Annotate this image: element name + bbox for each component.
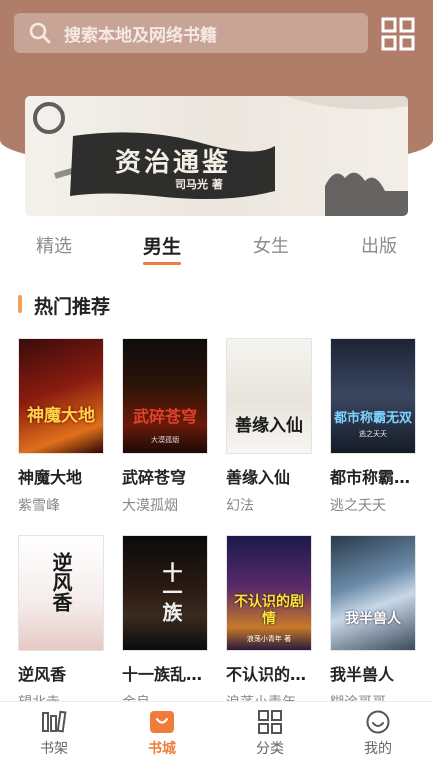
nav-bookshelf-label: 书架 [40, 741, 68, 757]
category-icon [258, 710, 282, 734]
book-cover: 武碎苍穹 大漠孤烟 [122, 338, 208, 454]
section-accent-bar [18, 295, 22, 313]
cover-title: 善缘入仙 [235, 416, 303, 436]
cover-title: 十一族 [159, 562, 183, 622]
tab-featured[interactable]: 精选 [14, 232, 94, 258]
book-author: 紫雪峰 [18, 498, 60, 514]
book-card[interactable]: 神魔大地 神魔大地 紫雪峰 [18, 338, 104, 515]
nav-bookstore[interactable]: 书城 [122, 710, 202, 758]
book-card[interactable]: 十一族 十一族乱… 金良 [122, 535, 208, 712]
book-title: 善缘入仙 [226, 468, 291, 487]
section-title: 热门推荐 [34, 296, 111, 318]
nav-bookstore-label: 书城 [148, 741, 176, 757]
book-cover: 十一族 [122, 535, 208, 651]
book-title: 不认识的… [226, 665, 307, 684]
bottom-navigation: 书架 书城 分类 我的 [0, 701, 433, 770]
book-card[interactable]: 逆风香 逆风香 望北寺 [18, 535, 104, 712]
nav-bookshelf[interactable]: 书架 [14, 710, 94, 758]
book-title: 武碎苍穹 [122, 468, 187, 487]
book-card[interactable]: 我半兽人 我半兽人 糊涂哥哥 [330, 535, 416, 712]
cover-title: 我半兽人 [345, 611, 401, 627]
book-cover: 善缘入仙 [226, 338, 312, 454]
book-title: 神魔大地 [18, 468, 83, 487]
nav-profile[interactable]: 我的 [338, 710, 418, 758]
book-card[interactable]: 善缘入仙 善缘入仙 幻法 [226, 338, 312, 515]
book-title: 十一族乱… [122, 665, 203, 684]
cover-title: 武碎苍穹 [132, 407, 197, 426]
book-author: 幻法 [226, 498, 254, 514]
banner-title: 资治通鉴 [115, 148, 232, 178]
cover-author: 大漠孤烟 [151, 436, 179, 444]
tab-publish[interactable]: 出版 [339, 232, 419, 258]
book-title: 我半兽人 [330, 665, 395, 684]
nav-category[interactable]: 分类 [230, 710, 310, 758]
book-card[interactable]: 武碎苍穹 大漠孤烟 武碎苍穹 大漠孤烟 [122, 338, 208, 515]
category-tabs: 精选 男生 女生 出版 [0, 222, 433, 272]
book-cover: 神魔大地 [18, 338, 104, 454]
cover-title: 不认识的剧情 [234, 594, 304, 627]
smile-icon [366, 710, 390, 734]
banner[interactable]: 资治通鉴 司马光 著 [25, 96, 408, 216]
book-card[interactable]: 都市称霸无双 逃之夭夭 都市称霸… 逃之夭夭 [330, 338, 416, 515]
book-card[interactable]: 不认识的剧情 浪荡小青年 著 不认识的… 浪荡小青年 [226, 535, 312, 712]
tab-female[interactable]: 女生 [231, 232, 311, 258]
tab-male[interactable]: 男生 [122, 232, 202, 259]
nav-profile-label: 我的 [364, 741, 392, 757]
search-bar[interactable]: 搜索本地及网络书籍 [14, 13, 368, 53]
book-author: 逃之夭夭 [330, 498, 386, 514]
grid-icon[interactable] [381, 17, 415, 51]
bookstore-icon [150, 711, 174, 733]
cover-author: 逃之夭夭 [359, 430, 387, 438]
book-cover: 不认识的剧情 浪荡小青年 著 [226, 535, 312, 651]
active-tab-indicator [143, 262, 181, 265]
book-title: 都市称霸… [330, 468, 411, 487]
book-cover: 我半兽人 [330, 535, 416, 651]
book-cover: 逆风香 [18, 535, 104, 651]
search-icon [29, 22, 51, 44]
cover-title: 逆风香 [49, 552, 73, 612]
cover-title: 神魔大地 [27, 406, 95, 426]
book-title: 逆风香 [18, 665, 67, 684]
cover-author: 浪荡小青年 著 [246, 635, 292, 643]
banner-author: 司马光 著 [175, 178, 223, 191]
book-cover: 都市称霸无双 逃之夭夭 [330, 338, 416, 454]
cover-title: 都市称霸无双 [333, 411, 412, 426]
search-placeholder: 搜索本地及网络书籍 [64, 25, 217, 46]
book-author: 大漠孤烟 [122, 498, 178, 514]
bookshelf-icon [42, 710, 67, 733]
nav-category-label: 分类 [256, 741, 284, 757]
